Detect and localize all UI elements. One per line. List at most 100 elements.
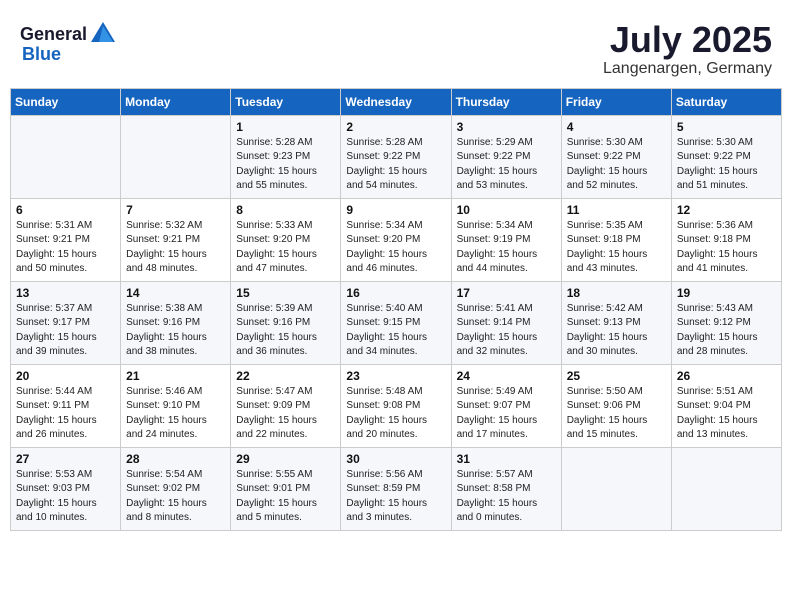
weekday-header-tuesday: Tuesday: [231, 88, 341, 115]
day-number: 7: [126, 203, 225, 217]
calendar-cell: 27 Sunrise: 5:53 AM Sunset: 9:03 PM Dayli…: [11, 447, 121, 530]
calendar-cell: 22Sunrise: 5:47 AM Sunset: 9:09 PM Dayli…: [231, 364, 341, 447]
day-info: Sunrise: 5:46 AM Sunset: 9:10 PM Dayligh…: [126, 385, 225, 443]
day-info: Sunrise: 5:50 AM Sunset: 9:06 PM Dayligh…: [567, 385, 666, 443]
calendar-cell: [11, 115, 121, 198]
day-info: Sunrise: 5:39 AM Sunset: 9:16 PM Dayligh…: [236, 302, 335, 360]
day-number: 30: [346, 452, 445, 466]
day-info: Sunrise: 5:56 AM Sunset: 8:59 PM Dayligh…: [346, 468, 445, 526]
day-number: 10: [457, 203, 556, 217]
calendar-week-row: 1 Sunrise: 5:28 AM Sunset: 9:23 PM Daylig…: [11, 115, 782, 198]
calendar-week-row: 6Sunrise: 5:31 AM Sunset: 9:21 PM Daylig…: [11, 198, 782, 281]
calendar-cell: 3 Sunrise: 5:29 AM Sunset: 9:22 PM Daylig…: [451, 115, 561, 198]
day-info: Sunrise: 5:54 AM Sunset: 9:02 PM Dayligh…: [126, 468, 225, 526]
day-number: 19: [677, 286, 776, 300]
calendar-cell: 31 Sunrise: 5:57 AM Sunset: 8:58 PM Dayli…: [451, 447, 561, 530]
day-number: 25: [567, 369, 666, 383]
calendar-cell: 2 Sunrise: 5:28 AM Sunset: 9:22 PM Daylig…: [341, 115, 451, 198]
day-info: Sunrise: 5:34 AM Sunset: 9:20 PM Dayligh…: [346, 219, 445, 277]
day-number: 2: [346, 120, 445, 134]
day-info: Sunrise: 5:44 AM Sunset: 9:11 PM Dayligh…: [16, 385, 115, 443]
day-info: Sunrise: 5:28 AM Sunset: 9:23 PM Dayligh…: [236, 136, 335, 194]
calendar-cell: [671, 447, 781, 530]
logo-blue: Blue: [22, 44, 61, 64]
calendar-cell: 6Sunrise: 5:31 AM Sunset: 9:21 PM Daylig…: [11, 198, 121, 281]
title-area: July 2025 Langenargen, Germany: [603, 20, 772, 78]
day-info: Sunrise: 5:29 AM Sunset: 9:22 PM Dayligh…: [457, 136, 556, 194]
month-title: July 2025: [603, 20, 772, 60]
day-number: 28: [126, 452, 225, 466]
calendar-table: SundayMondayTuesdayWednesdayThursdayFrid…: [10, 88, 782, 531]
calendar-cell: 15 Sunrise: 5:39 AM Sunset: 9:16 PM Dayli…: [231, 281, 341, 364]
calendar-cell: 14 Sunrise: 5:38 AM Sunset: 9:16 PM Dayli…: [121, 281, 231, 364]
day-info: Sunrise: 5:30 AM Sunset: 9:22 PM Dayligh…: [567, 136, 666, 194]
day-number: 17: [457, 286, 556, 300]
calendar-cell: 9 Sunrise: 5:34 AM Sunset: 9:20 PM Daylig…: [341, 198, 451, 281]
calendar-cell: 24Sunrise: 5:49 AM Sunset: 9:07 PM Dayli…: [451, 364, 561, 447]
calendar-cell: [561, 447, 671, 530]
logo: General Blue: [20, 20, 117, 65]
day-info: Sunrise: 5:28 AM Sunset: 9:22 PM Dayligh…: [346, 136, 445, 194]
day-number: 16: [346, 286, 445, 300]
weekday-header-saturday: Saturday: [671, 88, 781, 115]
calendar-cell: 21 Sunrise: 5:46 AM Sunset: 9:10 PM Dayli…: [121, 364, 231, 447]
day-number: 21: [126, 369, 225, 383]
day-info: Sunrise: 5:41 AM Sunset: 9:14 PM Dayligh…: [457, 302, 556, 360]
calendar-week-row: 13 Sunrise: 5:37 AM Sunset: 9:17 PM Dayli…: [11, 281, 782, 364]
day-info: Sunrise: 5:42 AM Sunset: 9:13 PM Dayligh…: [567, 302, 666, 360]
calendar-cell: 5Sunrise: 5:30 AM Sunset: 9:22 PM Daylig…: [671, 115, 781, 198]
day-info: Sunrise: 5:40 AM Sunset: 9:15 PM Dayligh…: [346, 302, 445, 360]
calendar-cell: 30 Sunrise: 5:56 AM Sunset: 8:59 PM Dayli…: [341, 447, 451, 530]
day-number: 3: [457, 120, 556, 134]
day-info: Sunrise: 5:35 AM Sunset: 9:18 PM Dayligh…: [567, 219, 666, 277]
day-number: 12: [677, 203, 776, 217]
weekday-header-thursday: Thursday: [451, 88, 561, 115]
day-info: Sunrise: 5:33 AM Sunset: 9:20 PM Dayligh…: [236, 219, 335, 277]
day-number: 24: [457, 369, 556, 383]
calendar-cell: 23Sunrise: 5:48 AM Sunset: 9:08 PM Dayli…: [341, 364, 451, 447]
calendar-cell: 4 Sunrise: 5:30 AM Sunset: 9:22 PM Daylig…: [561, 115, 671, 198]
day-number: 6: [16, 203, 115, 217]
day-info: Sunrise: 5:32 AM Sunset: 9:21 PM Dayligh…: [126, 219, 225, 277]
calendar-cell: 10Sunrise: 5:34 AM Sunset: 9:19 PM Dayli…: [451, 198, 561, 281]
day-number: 15: [236, 286, 335, 300]
day-number: 27: [16, 452, 115, 466]
day-number: 9: [346, 203, 445, 217]
calendar-cell: 8Sunrise: 5:33 AM Sunset: 9:20 PM Daylig…: [231, 198, 341, 281]
weekday-header-sunday: Sunday: [11, 88, 121, 115]
day-number: 18: [567, 286, 666, 300]
calendar-cell: 28 Sunrise: 5:54 AM Sunset: 9:02 PM Dayli…: [121, 447, 231, 530]
day-number: 1: [236, 120, 335, 134]
logo-icon: [89, 20, 117, 48]
weekday-header-row: SundayMondayTuesdayWednesdayThursdayFrid…: [11, 88, 782, 115]
day-info: Sunrise: 5:37 AM Sunset: 9:17 PM Dayligh…: [16, 302, 115, 360]
calendar-cell: 16 Sunrise: 5:40 AM Sunset: 9:15 PM Dayli…: [341, 281, 451, 364]
day-number: 13: [16, 286, 115, 300]
logo-general: General: [20, 24, 87, 45]
calendar-cell: 25 Sunrise: 5:50 AM Sunset: 9:06 PM Dayli…: [561, 364, 671, 447]
calendar-cell: 12 Sunrise: 5:36 AM Sunset: 9:18 PM Dayli…: [671, 198, 781, 281]
day-number: 14: [126, 286, 225, 300]
header: General Blue July 2025 Langenargen, Germ…: [10, 10, 782, 83]
weekday-header-wednesday: Wednesday: [341, 88, 451, 115]
day-number: 4: [567, 120, 666, 134]
day-number: 22: [236, 369, 335, 383]
day-info: Sunrise: 5:51 AM Sunset: 9:04 PM Dayligh…: [677, 385, 776, 443]
day-number: 11: [567, 203, 666, 217]
location-title: Langenargen, Germany: [603, 60, 772, 78]
day-info: Sunrise: 5:57 AM Sunset: 8:58 PM Dayligh…: [457, 468, 556, 526]
day-info: Sunrise: 5:36 AM Sunset: 9:18 PM Dayligh…: [677, 219, 776, 277]
day-info: Sunrise: 5:48 AM Sunset: 9:08 PM Dayligh…: [346, 385, 445, 443]
calendar-cell: 19Sunrise: 5:43 AM Sunset: 9:12 PM Dayli…: [671, 281, 781, 364]
day-number: 29: [236, 452, 335, 466]
day-number: 31: [457, 452, 556, 466]
day-info: Sunrise: 5:38 AM Sunset: 9:16 PM Dayligh…: [126, 302, 225, 360]
calendar-cell: 1 Sunrise: 5:28 AM Sunset: 9:23 PM Daylig…: [231, 115, 341, 198]
calendar-cell: 7 Sunrise: 5:32 AM Sunset: 9:21 PM Daylig…: [121, 198, 231, 281]
day-number: 5: [677, 120, 776, 134]
calendar-cell: [121, 115, 231, 198]
day-info: Sunrise: 5:53 AM Sunset: 9:03 PM Dayligh…: [16, 468, 115, 526]
calendar-week-row: 20Sunrise: 5:44 AM Sunset: 9:11 PM Dayli…: [11, 364, 782, 447]
calendar-cell: 17 Sunrise: 5:41 AM Sunset: 9:14 PM Dayli…: [451, 281, 561, 364]
calendar-cell: 18 Sunrise: 5:42 AM Sunset: 9:13 PM Dayli…: [561, 281, 671, 364]
